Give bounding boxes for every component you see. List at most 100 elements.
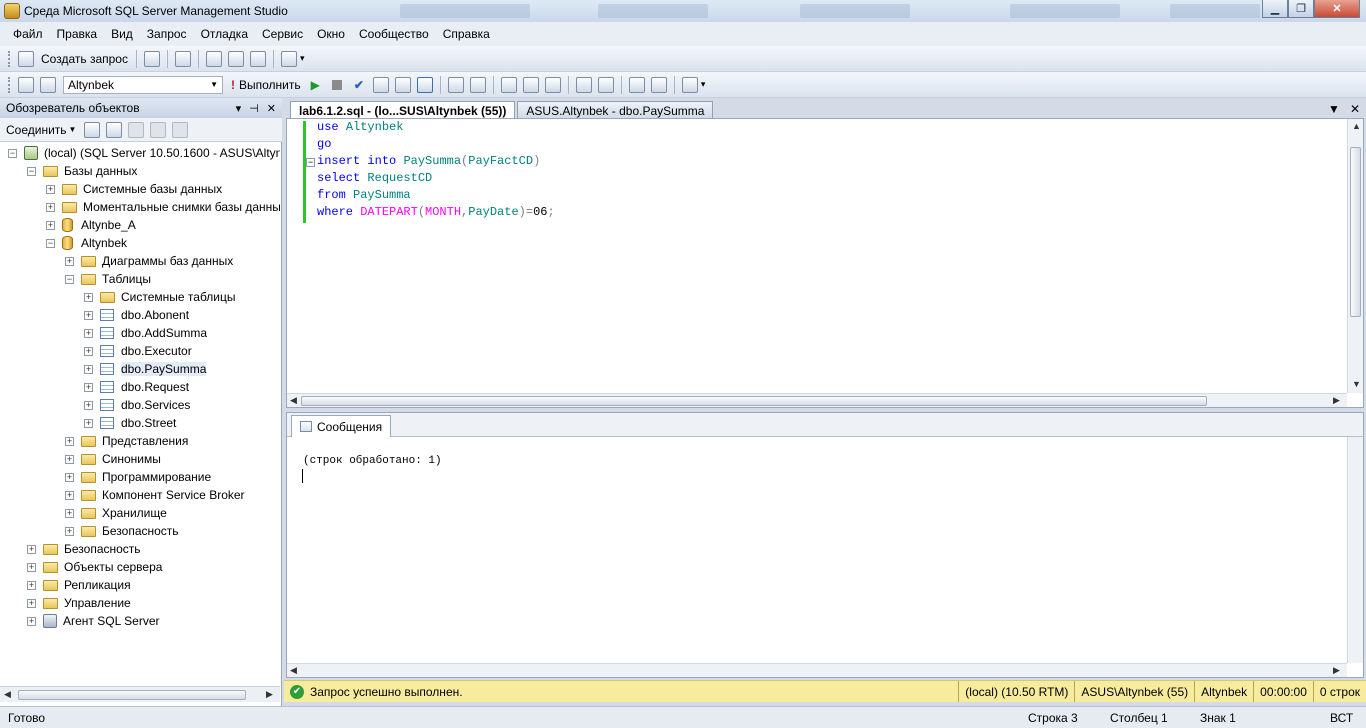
expand-icon[interactable]: + [84,328,93,338]
disconnect-icon[interactable] [40,76,56,93]
expand-icon[interactable]: + [65,472,74,482]
tree-node-databases[interactable]: − Базы данных [27,162,137,180]
display-plan-icon[interactable] [372,76,389,93]
execute-button[interactable]: Выполнить [239,78,301,92]
comment-icon[interactable] [575,76,592,93]
tree-node-server[interactable]: − (local) (SQL Server 10.50.1600 - ASUS\… [8,144,280,162]
menu-tools[interactable]: Сервис [255,27,310,41]
toolbar-grip[interactable] [8,76,11,93]
expand-icon[interactable]: + [27,616,36,626]
expand-icon[interactable]: + [65,508,74,518]
expand-icon[interactable]: + [46,184,55,194]
expand-icon[interactable]: + [84,292,93,302]
minimize-button[interactable]: ▁ [1262,0,1288,18]
intellisense-icon[interactable] [416,76,433,93]
tree-node-views[interactable]: + Представления [65,432,188,450]
expand-icon[interactable]: + [84,382,93,392]
connect-button[interactable]: Соединить [6,123,67,137]
filter-icon[interactable] [150,121,167,138]
tree-node-table[interactable]: + dbo.Executor [84,342,192,360]
menu-file[interactable]: Файл [6,27,50,41]
client-stats-icon[interactable] [469,76,486,93]
new-query-button[interactable]: Создать запрос [41,52,128,66]
expand-icon[interactable]: + [84,310,93,320]
tree-node-management[interactable]: + Управление [27,594,131,612]
tree-node-table[interactable]: + dbo.Services [84,396,190,414]
menu-community[interactable]: Сообщество [352,27,436,41]
include-plan-icon[interactable] [447,76,464,93]
parse-check-icon[interactable]: ✔ [354,78,364,92]
tree-node-tables[interactable]: − Таблицы [65,270,151,288]
tree-node-table[interactable]: + dbo.Street [84,414,176,432]
connect-server-icon[interactable] [84,121,101,138]
disconnect-server-icon[interactable] [106,121,123,138]
query-designer-icon[interactable] [394,76,411,93]
close-tab-icon[interactable]: ✕ [1350,102,1360,116]
scroll-right-icon[interactable]: ▶ [1333,395,1340,406]
save-icon[interactable] [227,50,244,67]
expand-icon[interactable]: + [84,346,93,356]
scroll-left-icon[interactable]: ◀ [290,395,297,406]
expand-icon[interactable]: + [46,220,55,230]
tree-node-server-objects[interactable]: + Объекты сервера [27,558,162,576]
tree-node-system-databases[interactable]: + Системные базы данных [46,180,222,198]
tree-node-agent[interactable]: + Агент SQL Server [27,612,160,630]
scroll-right-icon[interactable]: ▶ [266,689,273,700]
expand-icon[interactable]: + [65,256,74,266]
pin-icon[interactable]: ⊣ [249,102,259,115]
menu-debug[interactable]: Отладка [194,27,255,41]
editor-vscrollbar[interactable]: ▲ ▼ [1347,119,1363,393]
tree-node-db-altynbek[interactable]: − Altynbek [46,234,127,252]
tab-messages[interactable]: Сообщения [291,415,392,437]
tree-node-table[interactable]: + dbo.Request [84,378,189,396]
expand-icon[interactable]: + [84,418,93,428]
collapse-icon[interactable]: − [8,148,17,158]
activity-monitor-icon[interactable] [280,50,297,67]
tree-node-security[interactable]: + Безопасность [27,540,141,558]
database-select[interactable]: Altynbek ▼ [63,75,223,94]
scroll-right-icon[interactable]: ▶ [1333,665,1340,676]
collapse-icon[interactable]: − [306,158,315,167]
scroll-thumb[interactable] [301,396,1207,406]
tree-node-replication[interactable]: + Репликация [27,576,131,594]
sql-editor[interactable]: − use Altynbek go insert into PaySumma(P… [286,118,1364,408]
scroll-left-icon[interactable]: ◀ [4,689,11,700]
specify-values-icon[interactable] [681,76,698,93]
menu-help[interactable]: Справка [436,27,497,41]
chevron-down-icon[interactable]: ▼ [69,125,77,134]
new-project-icon[interactable] [174,50,191,67]
expand-icon[interactable]: + [84,364,93,374]
maximize-button[interactable]: ❐ [1288,0,1314,18]
tree-node-service-broker[interactable]: + Компонент Service Broker [65,486,245,504]
expand-icon[interactable]: + [65,526,74,536]
panel-close-icon[interactable]: ✕ [267,102,276,115]
expand-icon[interactable]: + [27,598,36,608]
increase-indent-icon[interactable] [650,76,667,93]
stop-icon[interactable] [128,121,145,138]
close-button[interactable]: ✕ [1314,0,1360,18]
tree-node-diagrams[interactable]: + Диаграммы баз данных [65,252,233,270]
collapse-icon[interactable]: − [65,274,74,284]
expand-icon[interactable]: + [65,490,74,500]
cancel-query-icon[interactable] [331,79,342,90]
scroll-up-icon[interactable]: ▲ [1352,121,1361,131]
results-to-grid-icon[interactable] [522,76,539,93]
results-vscrollbar[interactable] [1347,437,1363,663]
expand-icon[interactable]: + [65,454,74,464]
print-icon[interactable] [249,50,266,67]
expand-icon[interactable]: + [27,544,36,554]
results-to-text-icon[interactable] [500,76,517,93]
tree-node-table[interactable]: + dbo.Abonent [84,306,189,324]
refresh-icon[interactable] [172,121,189,138]
collapse-icon[interactable]: − [46,238,55,248]
new-file-icon[interactable] [143,50,160,67]
scroll-down-icon[interactable]: ▼ [1352,379,1361,389]
tree-node-storage[interactable]: + Хранилище [65,504,167,522]
open-file-icon[interactable] [205,50,222,67]
decrease-indent-icon[interactable] [628,76,645,93]
tree-node-db-security[interactable]: + Безопасность [65,522,179,540]
tree-node-synonyms[interactable]: + Синонимы [65,450,161,468]
toolbar-grip[interactable] [8,50,11,67]
menu-view[interactable]: Вид [104,27,140,41]
toolbar-overflow-icon[interactable]: ▾ [701,79,706,90]
